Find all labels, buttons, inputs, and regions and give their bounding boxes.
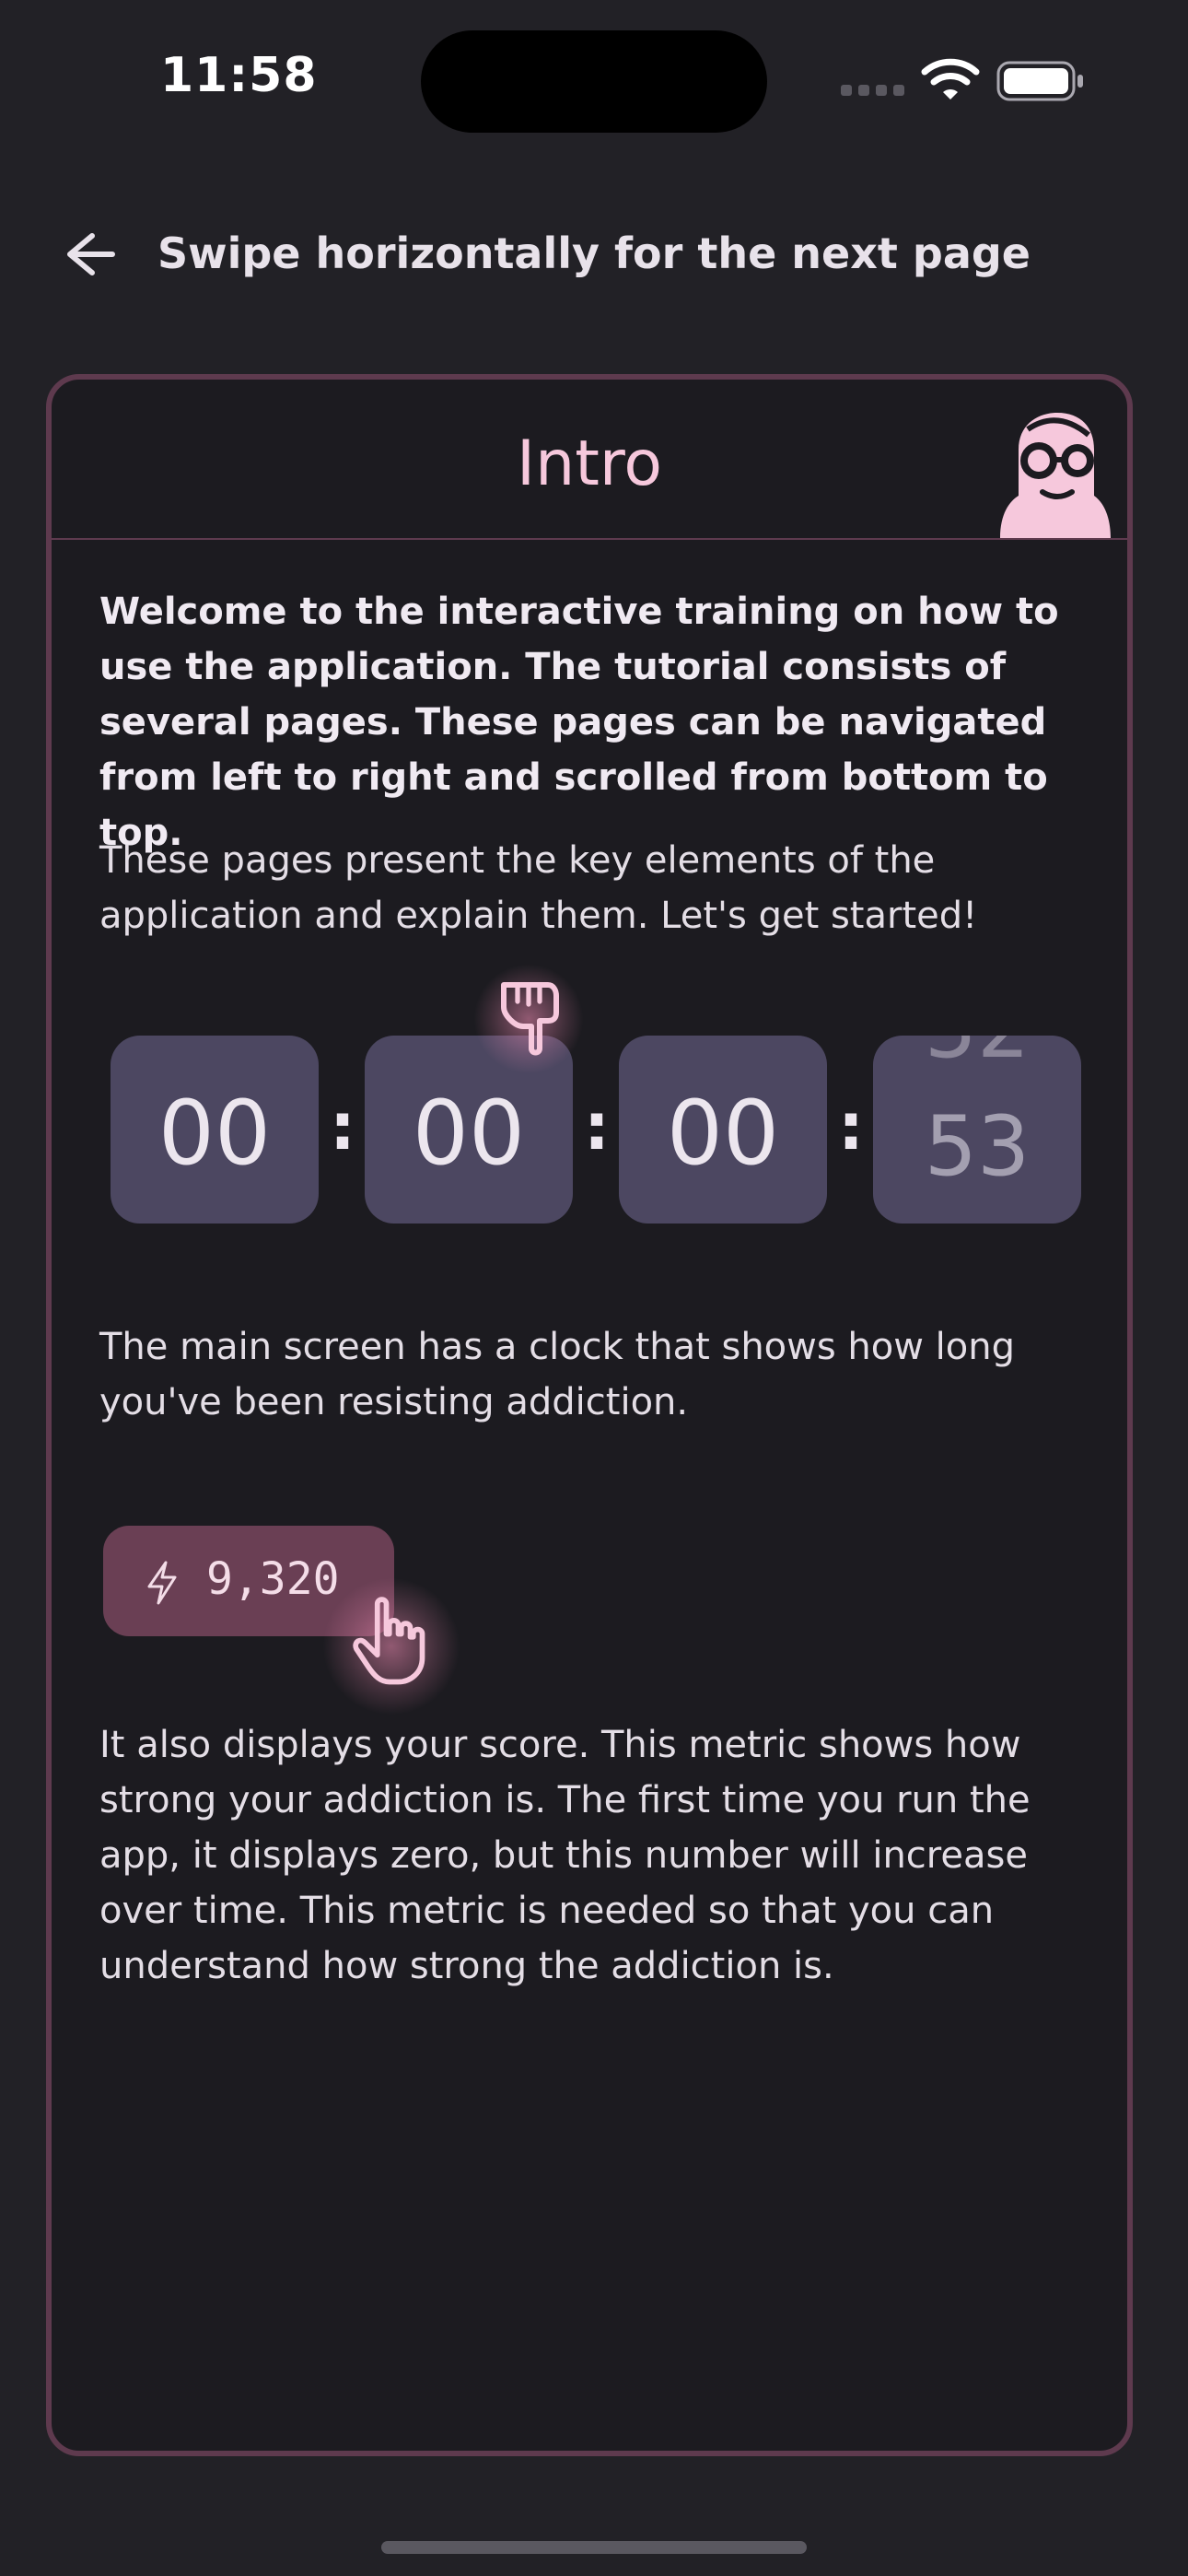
status-bar: 11:58 (0, 0, 1188, 166)
wifi-icon (921, 58, 980, 100)
tapping-hand-icon (353, 1597, 425, 1685)
clock-seconds-box: 52 53 (873, 1036, 1081, 1224)
card-header: Intro (52, 380, 1127, 540)
page-title: Swipe horizontally for the next page (157, 228, 1031, 278)
nerd-face-icon (1000, 413, 1111, 538)
status-time: 11:58 (160, 48, 318, 103)
clock-separator: : (330, 1089, 355, 1165)
cellular-signal-icon (841, 85, 905, 96)
home-indicator[interactable] (381, 2541, 807, 2554)
lightning-bolt-icon (147, 1561, 177, 1605)
clock-separator: : (838, 1089, 864, 1165)
dynamic-island (421, 30, 767, 133)
timer-clock: 00 : 00 : 00 : 52 53 (111, 1036, 1087, 1229)
clock-days: 00 (157, 1082, 272, 1185)
clock-hours: 00 (412, 1082, 526, 1185)
top-app-bar: Swipe horizontally for the next page (0, 203, 1188, 304)
intro-bold-paragraph: Welcome to the interactive training on h… (99, 591, 1059, 854)
clock-days-box: 00 (111, 1036, 319, 1224)
clock-separator: : (584, 1089, 610, 1165)
pointing-down-hand-icon (501, 982, 559, 1056)
score-value: 9,320 (206, 1553, 340, 1605)
clock-minutes-box: 00 (619, 1036, 827, 1224)
intro-paragraph: These pages present the key elements of … (99, 839, 978, 937)
clock-description: The main screen has a clock that shows h… (99, 1326, 1016, 1423)
tutorial-card[interactable]: Intro Welcome to the interactive trainin… (46, 374, 1133, 2456)
score-description: It also displays your score. This metric… (99, 1724, 1031, 1987)
clock-seconds-previous: 52 (873, 1036, 1081, 1077)
clock-minutes: 00 (666, 1082, 780, 1185)
card-title: Intro (517, 427, 662, 500)
clock-seconds: 53 (924, 1098, 1031, 1195)
battery-icon (996, 61, 1083, 101)
